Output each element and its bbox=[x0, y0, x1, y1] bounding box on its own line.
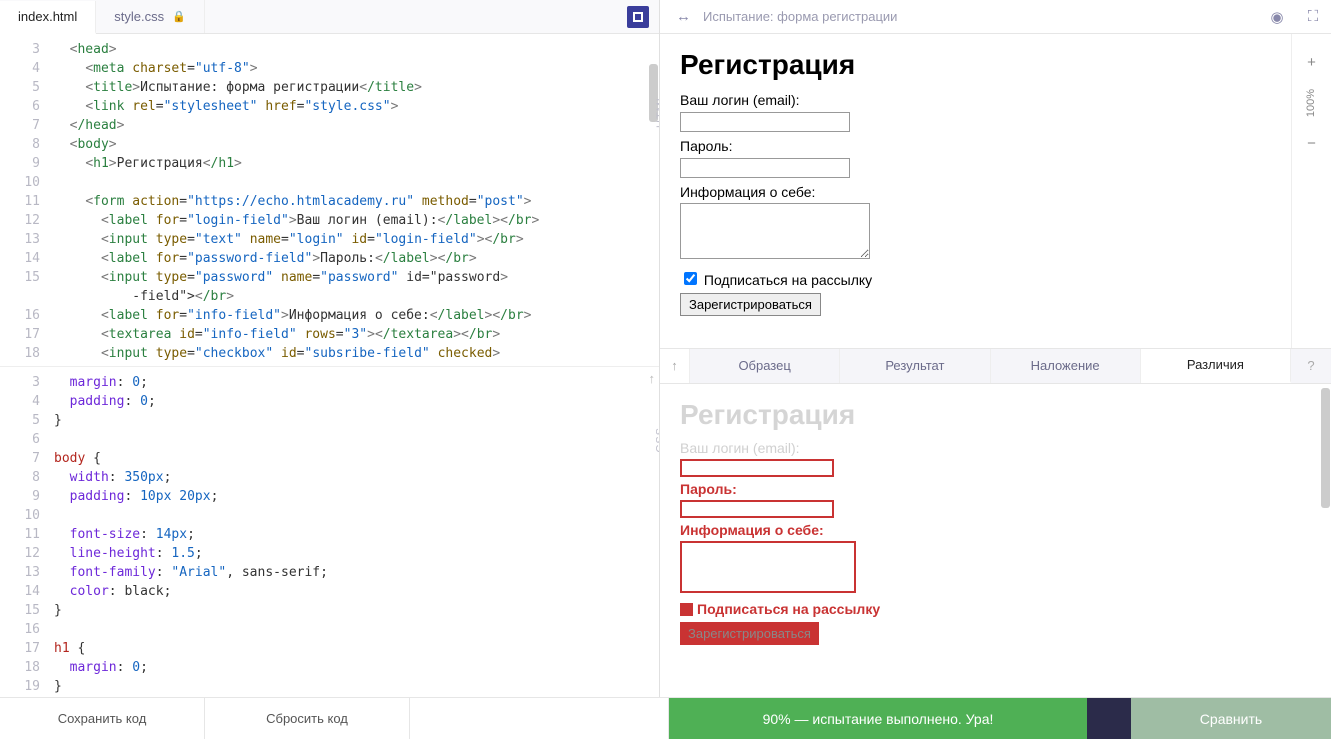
tab-style-css[interactable]: style.css🔒 bbox=[96, 0, 205, 33]
resize-icon[interactable]: ↔ bbox=[664, 8, 703, 25]
result-tabs: ↑ Образец Результат Наложение Различия ? bbox=[660, 348, 1331, 384]
password-label: Пароль: bbox=[680, 136, 1271, 157]
footer: Сохранить код Сбросить код 90% — испытан… bbox=[0, 697, 1331, 739]
css-gutter: 34567891011121314151617181920 bbox=[0, 367, 50, 698]
submit-button[interactable]: Зарегистрироваться bbox=[680, 293, 821, 316]
diff-heading: Регистрация bbox=[680, 394, 990, 436]
compare-button[interactable]: Сравнить bbox=[1131, 698, 1331, 739]
fullscreen-icon[interactable]: ⛶ bbox=[1295, 8, 1331, 25]
lock-icon: 🔒 bbox=[172, 10, 186, 23]
result-tab-result[interactable]: Результат bbox=[840, 349, 990, 383]
diff-login-box bbox=[680, 459, 834, 477]
preview-title: Испытание: форма регистрации bbox=[703, 9, 1259, 24]
editor-tabs: index.html style.css🔒 bbox=[0, 0, 659, 34]
subscribe-row[interactable]: Подписаться на рассылку bbox=[680, 269, 1271, 291]
status-divider bbox=[1087, 698, 1131, 739]
html-editor[interactable]: 3456789101112131415161718 <head> <meta c… bbox=[0, 34, 659, 366]
login-input[interactable] bbox=[680, 112, 850, 132]
tab-index-html[interactable]: index.html bbox=[0, 1, 96, 34]
password-input[interactable] bbox=[680, 158, 850, 178]
result-help[interactable]: ? bbox=[1291, 349, 1331, 383]
zoom-in-icon[interactable]: + bbox=[1307, 54, 1316, 71]
form-heading: Регистрация bbox=[680, 44, 1271, 86]
css-code[interactable]: margin: 0; padding: 0; } body { width: 3… bbox=[50, 367, 659, 698]
result-tab-sample[interactable]: Образец bbox=[690, 349, 840, 383]
reset-code-button[interactable]: Сбросить код bbox=[205, 698, 410, 739]
run-icon[interactable]: ◉ bbox=[1259, 8, 1295, 26]
save-code-button[interactable]: Сохранить код bbox=[0, 698, 205, 739]
css-editor[interactable]: ↑ 34567891011121314151617181920 margin: … bbox=[0, 366, 659, 698]
info-textarea[interactable] bbox=[680, 203, 870, 259]
subscribe-checkbox[interactable] bbox=[684, 272, 697, 285]
zoom-level: 100% bbox=[1305, 89, 1317, 117]
collapse-result-icon[interactable]: ↑ bbox=[660, 349, 690, 383]
html-panel-label: HTML bbox=[655, 94, 659, 128]
result-tab-diff[interactable]: Различия bbox=[1141, 349, 1291, 383]
diff-info-label: Информация о себе: bbox=[680, 520, 990, 541]
diff-password-box bbox=[680, 500, 834, 518]
diff-subscribe-label: Подписаться на рассылку bbox=[697, 601, 880, 617]
layout-toggle-button[interactable] bbox=[627, 6, 649, 28]
diff-scrollbar[interactable] bbox=[1321, 388, 1330, 508]
diff-info-box bbox=[680, 541, 856, 593]
diff-pane: Регистрация Ваш логин (email): Пароль: И… bbox=[660, 384, 1331, 698]
preview-pane: Регистрация Ваш логин (email): Пароль: И… bbox=[660, 34, 1291, 348]
diff-login-label: Ваш логин (email): bbox=[680, 438, 990, 459]
css-panel-label: CSS bbox=[655, 427, 659, 453]
diff-checkbox bbox=[680, 603, 693, 616]
expand-panel-icon[interactable]: ↑ bbox=[649, 371, 656, 386]
diff-password-label: Пароль: bbox=[680, 479, 990, 500]
zoom-out-icon[interactable]: − bbox=[1307, 135, 1316, 152]
diff-submit: Зарегистрироваться bbox=[680, 622, 819, 646]
html-code[interactable]: <head> <meta charset="utf-8"> <title>Исп… bbox=[50, 34, 659, 366]
html-gutter: 3456789101112131415161718 bbox=[0, 34, 50, 366]
login-label: Ваш логин (email): bbox=[680, 90, 1271, 111]
info-label: Информация о себе: bbox=[680, 182, 1271, 203]
status-bar: 90% — испытание выполнено. Ура! bbox=[669, 698, 1087, 739]
preview-header: ↔ Испытание: форма регистрации ◉ ⛶ bbox=[660, 0, 1331, 34]
result-tab-overlay[interactable]: Наложение bbox=[991, 349, 1141, 383]
preview-side-tools: + 100% − bbox=[1291, 34, 1331, 348]
